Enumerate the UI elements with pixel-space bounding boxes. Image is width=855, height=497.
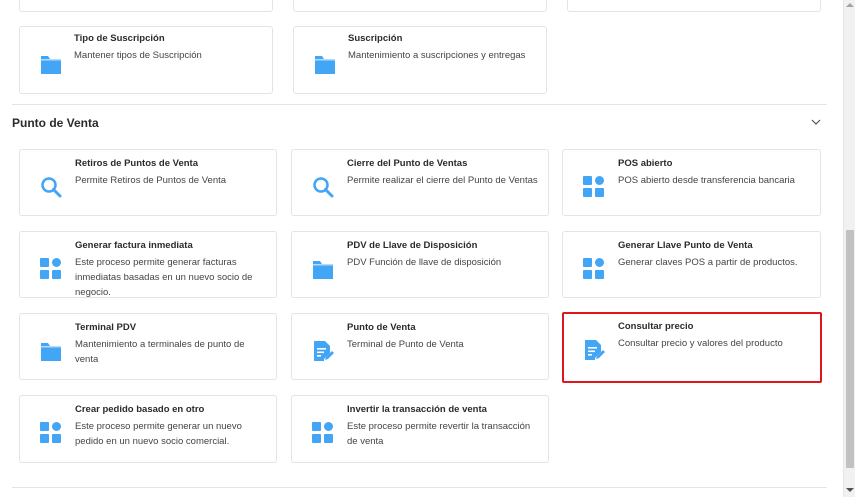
- edit-document-icon: [314, 341, 334, 361]
- folder-icon: [41, 56, 61, 74]
- card-title: Generar factura inmediata: [75, 240, 193, 251]
- card-title: Retiros de Puntos de Venta: [75, 158, 198, 169]
- card-punto-de-venta[interactable]: Punto de Venta Terminal de Punto de Vent…: [291, 313, 549, 380]
- card-title: Tipo de Suscripción: [74, 33, 165, 44]
- card-title: Punto de Venta: [347, 322, 416, 333]
- card-retiros-punto-venta[interactable]: Retiros de Puntos de Venta Permite Retir…: [19, 149, 277, 216]
- card-description: Este proceso permite revertir la transac…: [347, 421, 531, 447]
- card-description: PDV Función de llave de disposición: [347, 257, 502, 268]
- grid-icon: [583, 176, 604, 197]
- card-title: Consultar precio: [618, 321, 694, 332]
- card-crear-pedido-basado-en-otro[interactable]: Crear pedido basado en otro Este proceso…: [19, 395, 277, 463]
- card-description: Mantenimiento a suscripciones y entregas: [348, 50, 526, 61]
- card-description: POS abierto desde transferencia bancaria: [618, 175, 795, 186]
- page: Tipo de Suscripción Mantener tipos de Su…: [0, 0, 843, 497]
- grid-icon: [583, 258, 604, 279]
- section-title[interactable]: Punto de Venta: [12, 116, 99, 130]
- card-description: Mantenimiento a terminales de punto de v…: [75, 339, 245, 365]
- folder-icon: [41, 343, 61, 361]
- card-pdv-llave-disposicion[interactable]: PDV de Llave de Disposición PDV Función …: [291, 231, 549, 298]
- card-description: Consultar precio y valores del producto: [618, 338, 783, 349]
- card-partial[interactable]: [293, 0, 547, 12]
- scroll-thumb[interactable]: [846, 230, 854, 468]
- card-title: Suscripción: [348, 33, 403, 44]
- edit-document-icon: [585, 340, 605, 360]
- card-invertir-transaccion-venta[interactable]: Invertir la transacción de venta Este pr…: [291, 395, 549, 463]
- vertical-scrollbar[interactable]: [843, 0, 855, 497]
- folder-icon: [313, 261, 333, 279]
- card-title: Crear pedido basado en otro: [75, 404, 205, 415]
- card-description: Terminal de Punto de Venta: [347, 339, 464, 350]
- section-divider: [12, 104, 827, 105]
- card-description: Generar claves POS a partir de productos…: [618, 257, 798, 268]
- card-generar-llave-punto-venta[interactable]: Generar Llave Punto de Venta Generar cla…: [562, 231, 821, 298]
- card-description: Mantener tipos de Suscripción: [74, 50, 202, 61]
- grid-icon: [40, 422, 61, 443]
- card-terminal-pdv[interactable]: Terminal PDV Mantenimiento a terminales …: [19, 313, 277, 380]
- card-partial[interactable]: [567, 0, 821, 12]
- card-title: Invertir la transacción de venta: [347, 404, 487, 415]
- folder-icon: [315, 56, 335, 74]
- card-title: Generar Llave Punto de Venta: [618, 240, 753, 251]
- card-partial[interactable]: [19, 0, 273, 12]
- card-suscripcion[interactable]: Suscripción Mantenimiento a suscripcione…: [293, 26, 547, 94]
- grid-icon: [312, 422, 333, 443]
- search-icon: [41, 177, 62, 198]
- card-description: Este proceso permite generar un nuevo pe…: [75, 421, 242, 447]
- card-consultar-precio[interactable]: Consultar precio Consultar precio y valo…: [562, 312, 822, 383]
- grid-icon: [40, 258, 61, 279]
- card-generar-factura-inmediata[interactable]: Generar factura inmediata Este proceso p…: [19, 231, 277, 298]
- search-icon: [313, 177, 334, 198]
- card-title: Cierre del Punto de Ventas: [347, 158, 468, 169]
- card-title: Terminal PDV: [75, 322, 137, 333]
- card-title: PDV de Llave de Disposición: [347, 240, 478, 251]
- card-title: POS abierto: [618, 158, 673, 169]
- card-tipo-suscripcion[interactable]: Tipo de Suscripción Mantener tipos de Su…: [19, 26, 273, 94]
- card-description: Permite Retiros de Puntos de Venta: [75, 175, 227, 186]
- card-description: Este proceso permite generar facturas in…: [75, 257, 253, 298]
- card-description: Permite realizar el cierre del Punto de …: [347, 175, 538, 186]
- scroll-down-arrow-icon[interactable]: [846, 488, 854, 492]
- chevron-down-icon[interactable]: [810, 117, 822, 127]
- scroll-up-arrow-icon[interactable]: [846, 3, 854, 7]
- section-divider: [12, 487, 827, 488]
- card-cierre-punto-ventas[interactable]: Cierre del Punto de Ventas Permite reali…: [291, 149, 549, 216]
- card-pos-abierto[interactable]: POS abierto POS abierto desde transferen…: [562, 149, 821, 216]
